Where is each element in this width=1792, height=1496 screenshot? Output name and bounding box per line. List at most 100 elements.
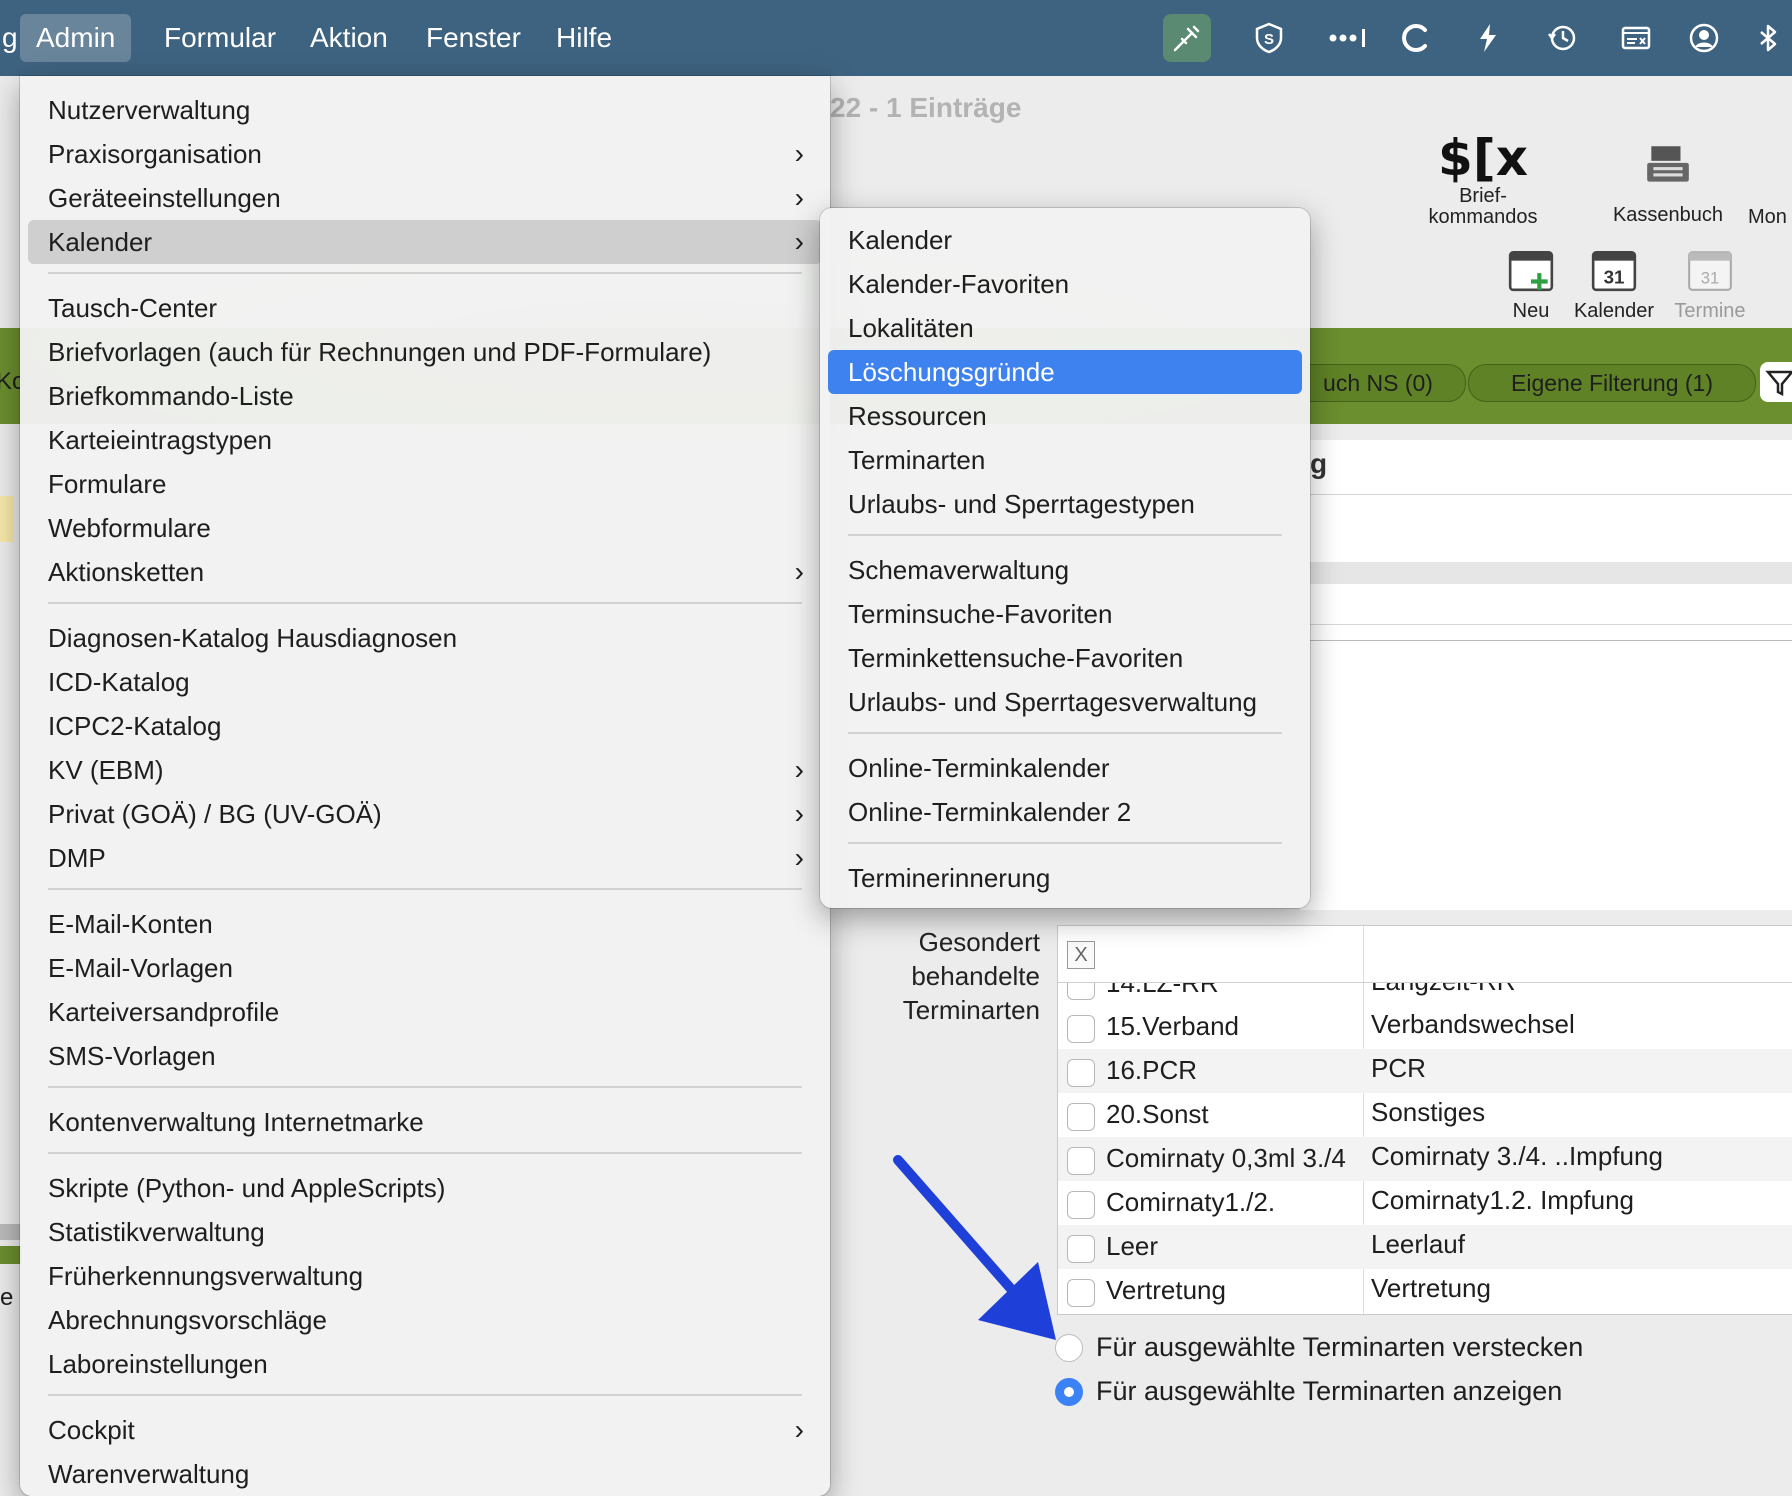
- refresh-c-icon[interactable]: [1392, 14, 1440, 62]
- gesondert-label-line1: Gesondert: [918, 927, 1040, 957]
- submenu-item-kalender[interactable]: Kalender: [828, 218, 1302, 262]
- row-checkbox[interactable]: [1067, 1059, 1095, 1087]
- menu-item-statistikverwaltung[interactable]: Statistikverwaltung: [28, 1210, 822, 1254]
- table-header: X: [1058, 926, 1792, 983]
- table-row[interactable]: 16.PCR PCR: [1058, 1049, 1792, 1093]
- submenu-item-terminkettensuche-favoriten[interactable]: Terminkettensuche-Favoriten: [828, 636, 1302, 680]
- annotation-arrow-icon: [893, 1155, 1056, 1340]
- shield-s-icon[interactable]: S: [1245, 14, 1293, 62]
- submenu-item-terminarten[interactable]: Terminarten: [828, 438, 1302, 482]
- table-row[interactable]: Comirnaty 0,3ml 3./4 Comirnaty 3./4. ..I…: [1058, 1137, 1792, 1181]
- window-card-icon[interactable]: [1612, 14, 1660, 62]
- menu-item-email-konten[interactable]: E-Mail-Konten: [28, 902, 822, 946]
- menu-item-cockpit[interactable]: Cockpit ›: [28, 1408, 822, 1452]
- submenu-item-terminsuche-favoriten[interactable]: Terminsuche-Favoriten: [828, 592, 1302, 636]
- menu-item-tausch-center[interactable]: Tausch-Center: [28, 286, 822, 330]
- submenu-item-urlaubs-sperrtagesverwaltung[interactable]: Urlaubs- und Sperrtagesverwaltung: [828, 680, 1302, 724]
- menu-item-webformulare[interactable]: Webformulare: [28, 506, 822, 550]
- row-name: Comirnaty 3./4. ..Impfung: [1371, 1141, 1663, 1171]
- menu-item-sms-vorlagen[interactable]: SMS-Vorlagen: [28, 1034, 822, 1078]
- bluetooth-icon[interactable]: [1744, 14, 1792, 62]
- menu-item-karteiversandprofile[interactable]: Karteiversandprofile: [28, 990, 822, 1034]
- briefkommandos-button[interactable]: $[x Brief- kommandos: [1418, 130, 1548, 228]
- table-row[interactable]: 15.Verband Verbandswechsel: [1058, 1005, 1792, 1049]
- menu-aktion[interactable]: Aktion: [294, 14, 404, 62]
- menu-item-praxisorganisation[interactable]: Praxisorganisation ›: [28, 132, 822, 176]
- menu-fenster[interactable]: Fenster: [410, 14, 537, 62]
- row-checkbox[interactable]: [1067, 1147, 1095, 1175]
- menu-item-kalender[interactable]: Kalender ›: [28, 220, 822, 264]
- menu-hilfe[interactable]: Hilfe: [540, 14, 628, 62]
- menu-item-abrechnungsvorschlaege[interactable]: Abrechnungsvorschläge: [28, 1298, 822, 1342]
- admin-menu: Nutzerverwaltung Praxisorganisation › Ger…: [20, 76, 830, 1496]
- clear-selection-button[interactable]: X: [1067, 941, 1095, 969]
- filter-funnel-icon[interactable]: [1760, 362, 1792, 402]
- menu-item-briefvorlagen[interactable]: Briefvorlagen (auch für Rechnungen und P…: [28, 330, 822, 374]
- radio-show[interactable]: [1055, 1378, 1083, 1406]
- menu-item-formulare[interactable]: Formulare: [28, 462, 822, 506]
- briefkommandos-label-2: kommandos: [1428, 206, 1538, 228]
- svg-text:S: S: [1264, 31, 1274, 48]
- row-code: 20.Sonst: [1106, 1099, 1209, 1129]
- menu-formular[interactable]: Formular: [148, 14, 292, 62]
- menu-item-kv-ebm[interactable]: KV (EBM) ›: [28, 748, 822, 792]
- gesondert-label-line3: Terminarten: [902, 995, 1040, 1025]
- menu-item-email-vorlagen[interactable]: E-Mail-Vorlagen: [28, 946, 822, 990]
- menu-admin[interactable]: Admin: [20, 14, 132, 62]
- row-checkbox[interactable]: [1067, 1191, 1095, 1219]
- submenu-item-terminerinnerung[interactable]: Terminerinnerung: [828, 856, 1302, 900]
- submenu-item-lokalitaeten[interactable]: Lokalitäten: [828, 306, 1302, 350]
- submenu-item-online-terminkalender-2[interactable]: Online-Terminkalender 2: [828, 790, 1302, 834]
- syringe-icon[interactable]: [1163, 14, 1211, 62]
- menu-item-warenverwaltung[interactable]: Warenverwaltung: [28, 1452, 822, 1496]
- menu-item-dmp[interactable]: DMP ›: [28, 836, 822, 880]
- menu-item-aktionsketten[interactable]: Aktionsketten ›: [28, 550, 822, 594]
- submenu-item-ressourcen[interactable]: Ressourcen: [828, 394, 1302, 438]
- submenu-item-kalender-favoriten[interactable]: Kalender-Favoriten: [828, 262, 1302, 306]
- submenu-item-schemaverwaltung[interactable]: Schemaverwaltung: [828, 548, 1302, 592]
- row-checkbox[interactable]: [1067, 1015, 1095, 1043]
- table-row[interactable]: 20.Sonst Sonstiges: [1058, 1093, 1792, 1137]
- menu-item-privat-goae[interactable]: Privat (GOÄ) / BG (UV-GOÄ) ›: [28, 792, 822, 836]
- dots-bar-icon[interactable]: [1320, 14, 1378, 62]
- radio-show-label: Für ausgewählte Terminarten anzeigen: [1096, 1376, 1563, 1406]
- menu-item-frueherkennungsverwaltung[interactable]: Früherkennungsverwaltung: [28, 1254, 822, 1298]
- content-panel: [1300, 440, 1792, 910]
- menu-item-skripte[interactable]: Skripte (Python- und AppleScripts): [28, 1166, 822, 1210]
- table-row[interactable]: Leer Leerlauf: [1058, 1225, 1792, 1269]
- submenu-item-loeschungsgruende[interactable]: Löschungsgründe: [828, 350, 1302, 394]
- menu-item-briefkommando-liste[interactable]: Briefkommando-Liste: [28, 374, 822, 418]
- submenu-item-online-terminkalender[interactable]: Online-Terminkalender: [828, 746, 1302, 790]
- kalender-toolbar-button[interactable]: 31 Kalender: [1566, 244, 1662, 323]
- menu-bar: g Admin Formular Aktion Fenster Hilfe S: [0, 0, 1792, 76]
- table-row[interactable]: Comirnaty1./2. Comirnaty1.2. Impfung: [1058, 1181, 1792, 1225]
- neu-button[interactable]: Neu: [1496, 244, 1566, 323]
- menu-item-icd-katalog[interactable]: ICD-Katalog: [28, 660, 822, 704]
- appointment-types-table: 14.LZ-RR Langzeit-RR X 15.Verband Verban…: [1057, 925, 1792, 1315]
- menu-item-diagnosen-katalog[interactable]: Diagnosen-Katalog Hausdiagnosen: [28, 616, 822, 660]
- kalender-toolbar-label: Kalender: [1573, 300, 1655, 322]
- history-icon[interactable]: [1538, 14, 1586, 62]
- row-checkbox[interactable]: [1067, 1235, 1095, 1263]
- menu-item-icpc2-katalog[interactable]: ICPC2-Katalog: [28, 704, 822, 748]
- table-row[interactable]: Vertretung Vertretung: [1058, 1269, 1792, 1313]
- row-checkbox[interactable]: [1067, 1279, 1095, 1307]
- termine-calendar-icon: 31: [1688, 251, 1732, 291]
- row-checkbox[interactable]: [1067, 1103, 1095, 1131]
- row-code: Vertretung: [1106, 1275, 1226, 1305]
- filter-pill-eigene[interactable]: Eigene Filterung (1): [1468, 364, 1756, 402]
- filter-pill-ns[interactable]: uch NS (0): [1290, 364, 1466, 402]
- kassenbuch-button[interactable]: Kassenbuch: [1600, 140, 1736, 227]
- user-circle-icon[interactable]: [1680, 14, 1728, 62]
- menu-item-nutzerverwaltung[interactable]: Nutzerverwaltung: [28, 88, 822, 132]
- menu-item-laboreinstellungen[interactable]: Laboreinstellungen: [28, 1342, 822, 1386]
- menu-item-karteieintragstypen[interactable]: Karteieintragstypen: [28, 418, 822, 462]
- termine-toolbar-button[interactable]: 31 Termine: [1662, 244, 1758, 323]
- briefkommando-icon: $[x: [1438, 129, 1528, 187]
- menu-item-kontenverwaltung-internetmarke[interactable]: Kontenverwaltung Internetmarke: [28, 1100, 822, 1144]
- gesondert-label-line2: behandelte: [911, 961, 1040, 991]
- bolt-icon[interactable]: [1464, 14, 1512, 62]
- mon-label[interactable]: Mon: [1748, 206, 1792, 229]
- submenu-item-urlaubs-sperrtagestypen[interactable]: Urlaubs- und Sperrtagestypen: [828, 482, 1302, 526]
- menu-item-geraeteeinstellungen[interactable]: Geräteeinstellungen ›: [28, 176, 822, 220]
